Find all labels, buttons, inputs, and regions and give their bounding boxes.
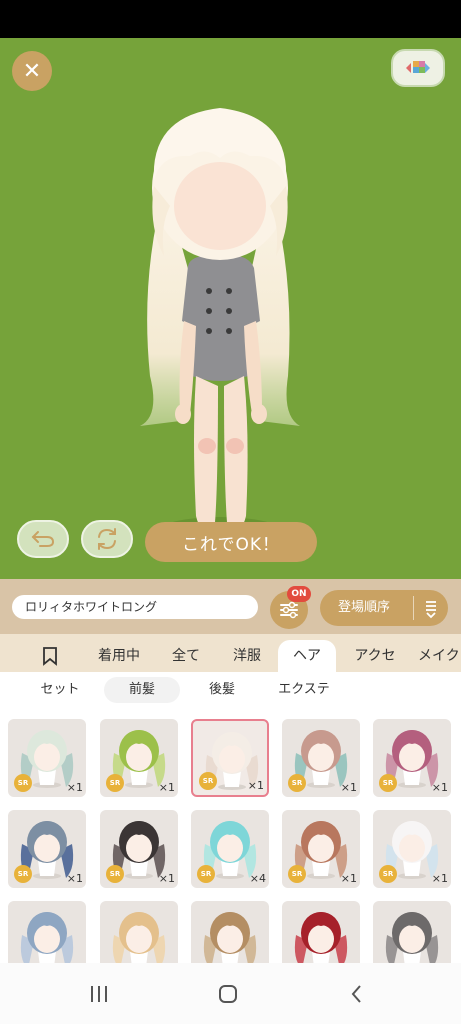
home-icon	[219, 985, 237, 1003]
hair-item-cell[interactable]: SR ×1	[373, 719, 451, 797]
bookmark-tab[interactable]	[34, 640, 66, 672]
recent-apps-icon	[91, 986, 107, 1002]
item-count: ×1	[66, 872, 83, 885]
avatar-figure	[140, 108, 300, 545]
undo-button[interactable]	[17, 520, 69, 558]
hair-item-cell[interactable]: SR ×1	[191, 719, 269, 797]
rarity-badge: SR	[14, 774, 32, 792]
rarity-badge: SR	[199, 772, 217, 790]
rarity-badge: SR	[379, 865, 397, 883]
layout-toggle-button[interactable]	[391, 49, 445, 87]
rarity-badge: SR	[106, 865, 124, 883]
rarity-badge: SR	[197, 865, 215, 883]
item-count: ×1	[340, 781, 357, 794]
hair-item-cell[interactable]: SR ×1	[282, 719, 360, 797]
avatar-stage: ✕ これでOK！	[0, 38, 461, 579]
filter-bar: ロリィタホワイトロング ON 登場順序	[0, 579, 461, 634]
undo-icon	[31, 531, 55, 547]
hair-item-cell[interactable]: SR ×1	[100, 719, 178, 797]
item-count: ×1	[431, 781, 448, 794]
tab-all[interactable]: 全て	[162, 640, 210, 672]
subtab-set[interactable]: セット	[22, 677, 98, 703]
hair-item-cell[interactable]: SR ×1	[373, 810, 451, 888]
tab-accessory[interactable]: アクセ	[344, 640, 406, 672]
status-bar	[0, 0, 461, 38]
back-button[interactable]	[343, 980, 371, 1008]
item-count: ×4	[249, 872, 266, 885]
hair-item-cell[interactable]: SR ×1	[8, 719, 86, 797]
item-count: ×1	[158, 781, 175, 794]
sliders-icon	[280, 601, 298, 619]
system-navigation-bar	[0, 963, 461, 1024]
hair-item-cell[interactable]	[8, 901, 86, 963]
filter-on-badge: ON	[287, 586, 311, 602]
hair-item-cell[interactable]: SR ×1	[100, 810, 178, 888]
back-chevron-icon	[351, 985, 361, 1003]
rarity-badge: SR	[106, 774, 124, 792]
sort-divider	[413, 596, 414, 620]
hair-thumbnail	[294, 912, 348, 963]
tab-hair[interactable]: ヘア	[278, 640, 336, 672]
sort-button[interactable]: 登場順序	[320, 590, 448, 626]
item-count: ×1	[431, 872, 448, 885]
hair-item-cell[interactable]: SR ×1	[8, 810, 86, 888]
rarity-badge: SR	[288, 774, 306, 792]
hair-item-cell[interactable]	[373, 901, 451, 963]
item-grid: SR ×1 SR ×1 SR ×1 SR ×1 SR ×1 SR ×1 SR ×1 SR ×4 SR ×1 SR ×1	[0, 708, 461, 963]
color-grid-icon	[406, 61, 430, 73]
rarity-badge: SR	[14, 865, 32, 883]
rarity-badge: SR	[379, 774, 397, 792]
subtab-front-hair[interactable]: 前髪	[104, 677, 180, 703]
hair-item-cell[interactable]	[100, 901, 178, 963]
tab-wearing[interactable]: 着用中	[88, 640, 150, 672]
item-name-field: ロリィタホワイトロング	[12, 595, 258, 619]
sort-order-icon[interactable]	[420, 597, 442, 619]
subtab-back-hair[interactable]: 後髪	[184, 677, 260, 703]
tab-makeup[interactable]: メイク	[418, 640, 461, 672]
hair-item-cell[interactable]	[282, 901, 360, 963]
hair-item-cell[interactable]: SR ×4	[191, 810, 269, 888]
hair-item-cell[interactable]: SR ×1	[282, 810, 360, 888]
hair-thumbnail	[385, 912, 439, 963]
rarity-badge: SR	[288, 865, 306, 883]
hair-sub-tabs: セット 前髪 後髪 エクステ	[0, 672, 461, 708]
recent-apps-button[interactable]	[85, 980, 113, 1008]
hair-thumbnail	[20, 912, 74, 963]
subtab-extension[interactable]: エクステ	[264, 677, 344, 703]
sort-label: 登場順序	[338, 600, 391, 615]
hair-item-cell[interactable]	[191, 901, 269, 963]
refresh-button[interactable]	[81, 520, 133, 558]
hair-thumbnail	[203, 912, 257, 963]
item-count: ×1	[66, 781, 83, 794]
close-icon: ✕	[22, 58, 42, 84]
item-count: ×1	[340, 872, 357, 885]
home-button[interactable]	[214, 980, 242, 1008]
confirm-button[interactable]: これでOK！	[145, 522, 317, 562]
category-tabs: 着用中 全て 洋服 ヘア アクセ メイク	[0, 634, 461, 672]
tab-clothes[interactable]: 洋服	[222, 640, 272, 672]
close-button[interactable]: ✕	[12, 51, 52, 91]
bookmark-icon	[43, 647, 57, 666]
hair-thumbnail	[112, 912, 166, 963]
refresh-icon	[98, 528, 116, 550]
item-count: ×1	[158, 872, 175, 885]
item-count: ×1	[247, 779, 264, 792]
